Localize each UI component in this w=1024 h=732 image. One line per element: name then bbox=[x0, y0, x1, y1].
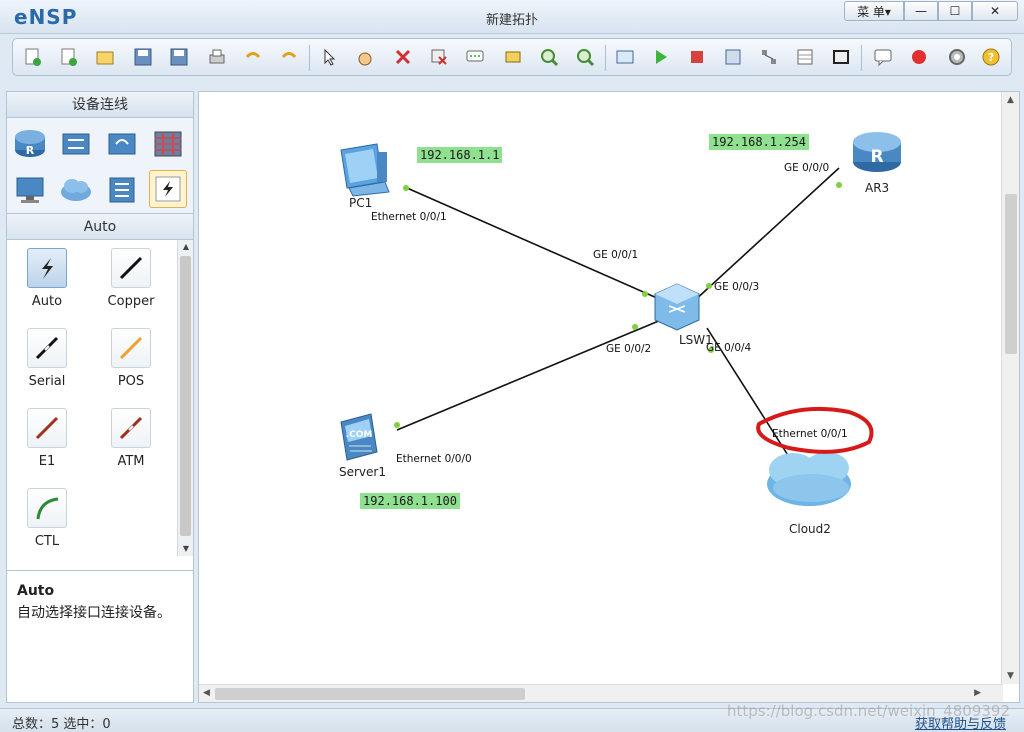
save-icon[interactable] bbox=[131, 46, 155, 68]
router-icon[interactable]: R bbox=[11, 124, 49, 162]
port-label-lsw-ge3: GE 0/0/3 bbox=[714, 281, 760, 293]
port-label-cloud-eth: Ethernet 0/0/1 bbox=[772, 428, 848, 440]
cable-auto[interactable]: Auto bbox=[17, 248, 77, 309]
cable-copper[interactable]: Copper bbox=[101, 248, 161, 309]
scroll-up-arrow-icon[interactable]: ▲ bbox=[178, 240, 194, 254]
cable-e1[interactable]: E1 bbox=[17, 408, 77, 469]
delete-icon[interactable] bbox=[391, 46, 415, 68]
status-count: 总数：5 选中：0 bbox=[12, 717, 111, 732]
cable-list: Auto Copper Serial POS E1 ATM CTL ▲ ▼ bbox=[7, 240, 193, 556]
canvas-vscroll-thumb[interactable] bbox=[1005, 194, 1017, 354]
canvas-scroll-up-icon[interactable]: ▲ bbox=[1007, 95, 1014, 105]
svg-text:R: R bbox=[26, 144, 35, 157]
link-pc1-lsw1[interactable] bbox=[406, 187, 658, 299]
cable-category-header: Auto bbox=[7, 214, 193, 240]
switch-icon[interactable] bbox=[57, 124, 95, 162]
scrollbar-thumb[interactable] bbox=[180, 256, 191, 536]
ip-label-ar3[interactable]: 192.168.1.254 bbox=[709, 134, 809, 150]
node-label-ar3: AR3 bbox=[865, 181, 890, 195]
scroll-down-arrow-icon[interactable]: ▼ bbox=[178, 542, 194, 556]
device-panel: 设备连线 R Auto Auto Copper Serial POS E1 AT… bbox=[6, 91, 194, 703]
ip-label-server1[interactable]: 192.168.1.100 bbox=[360, 493, 460, 509]
connection-icon[interactable] bbox=[149, 170, 187, 208]
canvas-scroll-left-icon[interactable]: ◀ bbox=[203, 688, 210, 698]
canvas-horizontal-scrollbar[interactable]: ◀ ▶ bbox=[199, 684, 1003, 702]
cable-ctl[interactable]: CTL bbox=[17, 488, 77, 549]
zoom-out-icon[interactable] bbox=[573, 46, 597, 68]
topology-icon[interactable] bbox=[757, 46, 781, 68]
pc1-device-icon[interactable] bbox=[340, 143, 390, 197]
minimize-button[interactable]: — bbox=[904, 1, 938, 21]
ip-label-pc1[interactable]: 192.168.1.1 bbox=[417, 147, 503, 163]
grid-icon[interactable] bbox=[793, 46, 817, 68]
toolbar: ? bbox=[12, 38, 1012, 76]
description-title: Auto bbox=[17, 583, 55, 599]
help-icon[interactable]: ? bbox=[979, 46, 1003, 68]
delete-link-icon[interactable] bbox=[427, 46, 451, 68]
pc-icon[interactable] bbox=[11, 170, 49, 208]
cloud-icon[interactable] bbox=[57, 170, 95, 208]
zoom-in-icon[interactable] bbox=[537, 46, 561, 68]
maximize-button[interactable]: ☐ bbox=[938, 1, 972, 21]
node-label-pc1: PC1 bbox=[349, 196, 373, 210]
port-label-lsw-ge2: GE 0/0/2 bbox=[606, 343, 652, 355]
stop-device-icon[interactable] bbox=[685, 46, 709, 68]
ar3-router-icon[interactable]: R bbox=[853, 132, 901, 172]
canvas-hscroll-thumb[interactable] bbox=[215, 688, 525, 700]
cable-atm[interactable]: ATM bbox=[101, 408, 161, 469]
panel-header: 设备连线 bbox=[7, 92, 193, 118]
canvas-scroll-right-icon[interactable]: ▶ bbox=[974, 688, 981, 698]
svg-text:.COM: .COM bbox=[346, 430, 373, 440]
node-label-cloud2: Cloud2 bbox=[789, 522, 831, 536]
screenshot-icon[interactable] bbox=[829, 46, 853, 68]
port-label-lsw-ge4: GE 0/0/4 bbox=[706, 342, 752, 354]
topology-canvas[interactable]: R .COM 192.168.1.1 192.168.1.254 192.168… bbox=[198, 91, 1020, 703]
capture-icon[interactable] bbox=[721, 46, 745, 68]
canvas-scroll-down-icon[interactable]: ▼ bbox=[1007, 671, 1014, 681]
title-bar: eNSP 新建拓扑 菜 单▾ — ☐ ✕ bbox=[0, 0, 1024, 34]
print-icon[interactable] bbox=[205, 46, 229, 68]
gear-icon[interactable] bbox=[945, 46, 969, 68]
start-device-icon[interactable] bbox=[649, 46, 673, 68]
close-button[interactable]: ✕ bbox=[972, 1, 1018, 21]
device-category-grid: R bbox=[7, 118, 193, 214]
undo-icon[interactable] bbox=[241, 46, 265, 68]
wireless-icon[interactable] bbox=[103, 124, 141, 162]
canvas-vertical-scrollbar[interactable]: ▲ ▼ bbox=[1001, 92, 1019, 684]
port-label-ar3-ge0: GE 0/0/0 bbox=[784, 162, 830, 174]
select-pointer-icon[interactable] bbox=[317, 46, 341, 68]
cloud2-icon[interactable] bbox=[767, 452, 851, 506]
hand-drag-icon[interactable] bbox=[353, 46, 377, 68]
server1-icon[interactable]: .COM bbox=[340, 413, 378, 461]
redo-icon[interactable] bbox=[277, 46, 301, 68]
huawei-logo-icon[interactable] bbox=[907, 46, 931, 68]
cable-serial[interactable]: Serial bbox=[17, 328, 77, 389]
new-topology-icon[interactable] bbox=[21, 46, 45, 68]
open-icon[interactable] bbox=[93, 46, 117, 68]
description-text: 自动选择接口连接设备。 bbox=[17, 605, 171, 621]
port-label-lsw-ge1: GE 0/0/1 bbox=[593, 249, 639, 261]
lsw1-switch-icon[interactable] bbox=[654, 283, 700, 331]
save-as-icon[interactable] bbox=[167, 46, 191, 68]
chat-icon[interactable] bbox=[871, 46, 895, 68]
description-box: Auto 自动选择接口连接设备。 bbox=[7, 570, 193, 702]
link-server1-lsw1[interactable] bbox=[396, 319, 662, 431]
palette-icon[interactable] bbox=[501, 46, 525, 68]
port-label-server-eth: Ethernet 0/0/0 bbox=[396, 453, 472, 465]
node-label-server1: Server1 bbox=[339, 465, 386, 479]
firewall-icon[interactable] bbox=[149, 124, 187, 162]
text-annotation-icon[interactable] bbox=[463, 46, 487, 68]
svg-text:R: R bbox=[870, 147, 883, 167]
new-example-icon[interactable] bbox=[57, 46, 81, 68]
fit-view-icon[interactable] bbox=[613, 46, 637, 68]
other-device-icon[interactable] bbox=[103, 170, 141, 208]
watermark: https://blog.csdn.net/weixin_4809392 bbox=[727, 702, 1010, 720]
menu-button[interactable]: 菜 单▾ bbox=[844, 1, 904, 21]
port-label-pc1-eth: Ethernet 0/0/1 bbox=[371, 211, 447, 223]
cable-pos[interactable]: POS bbox=[101, 328, 161, 389]
svg-text:?: ? bbox=[988, 51, 994, 64]
cable-list-scrollbar[interactable]: ▲ ▼ bbox=[177, 240, 193, 556]
